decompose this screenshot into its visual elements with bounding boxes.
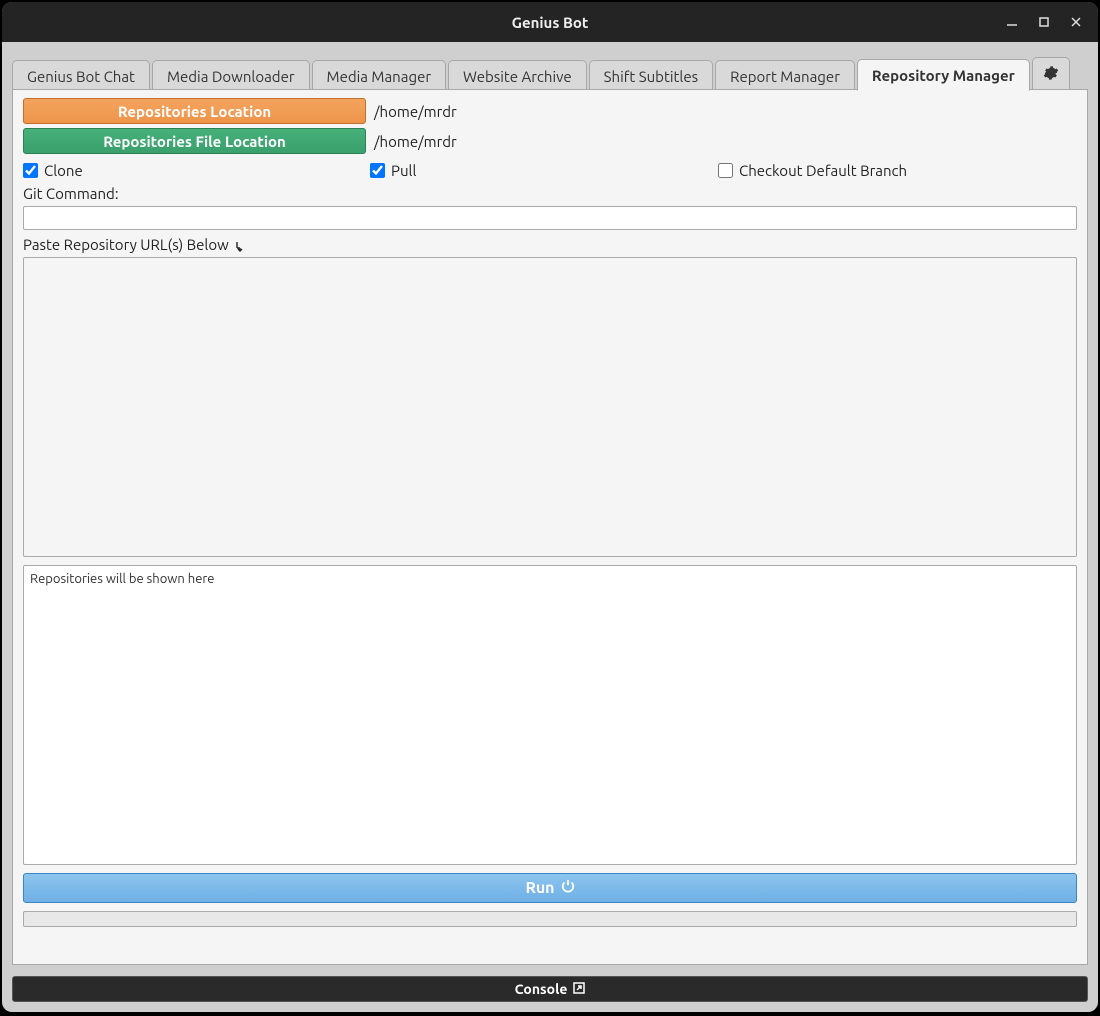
gear-icon [1043,67,1059,84]
repositories-output: Repositories will be shown here [23,565,1077,865]
progress-bar [23,911,1077,927]
tab-shift-subtitles[interactable]: Shift Subtitles [589,60,713,91]
repository-manager-pane: Repositories Location /home/mrdr Reposit… [12,89,1088,965]
minimize-button[interactable] [998,8,1026,36]
window-title: Genius Bot [512,14,589,31]
window-controls [998,2,1090,42]
repositories-file-location-button[interactable]: Repositories File Location [23,128,366,154]
tab-website-archive[interactable]: Website Archive [448,60,587,91]
repositories-file-location-value: /home/mrdr [374,133,457,150]
run-label: Run [525,879,554,897]
expand-icon [573,981,585,997]
tab-bar: Genius Bot Chat Media Downloader Media M… [2,42,1098,90]
console-toggle[interactable]: Console [12,976,1088,1002]
git-command-label: Git Command: [23,185,1077,202]
run-button[interactable]: Run [23,873,1077,903]
checkout-checkbox[interactable] [718,163,733,178]
close-button[interactable] [1062,8,1090,36]
checkout-checkbox-wrap[interactable]: Checkout Default Branch [718,162,907,179]
repositories-location-value: /home/mrdr [374,103,457,120]
checkout-label: Checkout Default Branch [739,162,907,179]
app-window: Genius Bot Genius Bot Chat Media Downloa… [2,2,1098,1012]
git-command-input[interactable] [23,206,1077,230]
repository-urls-textarea[interactable] [23,257,1077,557]
titlebar: Genius Bot [2,2,1098,42]
tab-settings[interactable] [1032,57,1070,91]
tab-media-manager[interactable]: Media Manager [312,60,447,91]
maximize-button[interactable] [1030,8,1058,36]
tab-repository-manager[interactable]: Repository Manager [857,59,1030,91]
repositories-location-button[interactable]: Repositories Location [23,98,366,124]
pull-checkbox[interactable] [370,163,385,178]
clone-checkbox-wrap[interactable]: Clone [23,162,370,179]
tab-media-downloader[interactable]: Media Downloader [152,60,310,91]
tab-report-manager[interactable]: Report Manager [715,60,855,91]
pull-label: Pull [391,162,416,179]
pull-checkbox-wrap[interactable]: Pull [370,162,718,179]
paste-urls-label: Paste Repository URL(s) Below [23,236,1077,253]
down-arrow-icon [232,236,246,253]
clone-checkbox[interactable] [23,163,38,178]
tab-genius-bot-chat[interactable]: Genius Bot Chat [12,60,150,91]
options-row: Clone Pull Checkout Default Branch [23,162,1077,179]
power-icon [561,879,575,897]
console-label: Console [515,981,568,997]
clone-label: Clone [44,162,83,179]
